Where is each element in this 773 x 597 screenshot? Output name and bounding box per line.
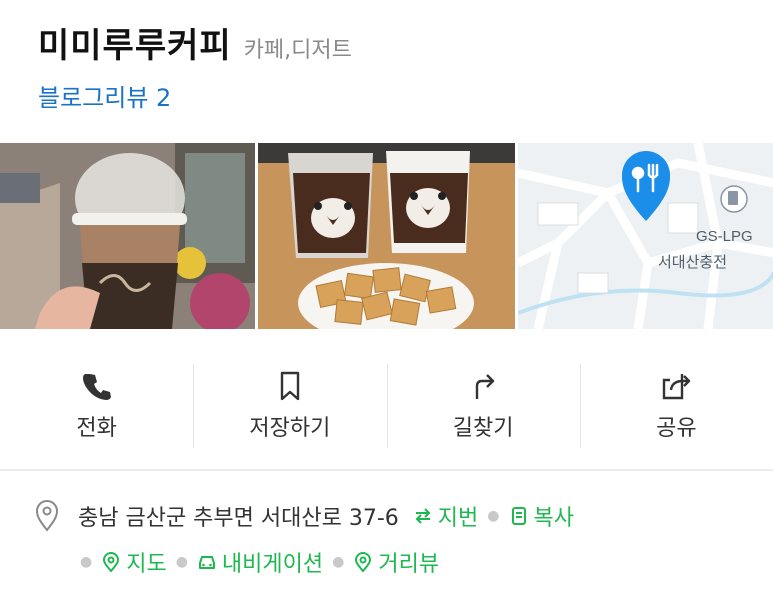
share-icon: [663, 374, 691, 400]
copy-icon: [511, 507, 526, 525]
street-view-button[interactable]: 거리뷰: [353, 546, 439, 578]
copy-label: 복사: [533, 506, 574, 531]
location-pin-icon: [35, 500, 59, 532]
place-category: 카페,디저트: [243, 38, 352, 63]
phone-icon: [82, 374, 111, 400]
directions-icon: [475, 374, 495, 399]
photo-strip: GS-LPG 서대산충전: [0, 143, 773, 329]
separator-dot: ●: [332, 554, 345, 570]
map-label-gslpg: GS-LPG: [696, 228, 753, 245]
iced-coffee-photo[interactable]: [0, 143, 255, 329]
jibun-label: 지번: [437, 506, 479, 531]
separator-dot: ●: [487, 508, 500, 524]
swap-icon: [415, 508, 431, 524]
call-label: 전화: [76, 416, 117, 441]
separator-dot: ●: [80, 554, 93, 570]
navigation-label: 내비게이션: [221, 552, 324, 577]
place-title: 미미루루커피: [38, 26, 232, 66]
separator-dot: ●: [175, 554, 188, 570]
street-view-label: 거리뷰: [378, 552, 440, 577]
section-divider: [0, 469, 773, 471]
share-button[interactable]: 공유: [579, 358, 773, 454]
save-button[interactable]: 저장하기: [193, 358, 386, 454]
map-thumbnail[interactable]: GS-LPG 서대산충전: [518, 143, 773, 329]
address-section: 충남 금산군 추부면 서대산로 37-6 지번 ● 복사 ● 지도 ● 내비게이…: [34, 500, 754, 578]
car-icon: [198, 556, 215, 569]
map-label-station: 서대산충전: [658, 254, 727, 271]
coffee-crackers-photo[interactable]: [258, 143, 515, 329]
jibun-button[interactable]: 지번: [413, 500, 478, 532]
place-header: 미미루루커피 카페,디저트: [38, 18, 352, 67]
iced-coffee-image: [0, 143, 255, 329]
map-label: 지도: [126, 552, 167, 577]
street-view-icon: [355, 552, 372, 572]
share-label: 공유: [656, 416, 697, 441]
directions-button[interactable]: 길찾기: [386, 358, 580, 454]
call-button[interactable]: 전화: [0, 358, 193, 454]
map-pin-icon: [103, 552, 120, 572]
save-label: 저장하기: [249, 416, 331, 441]
map-button[interactable]: 지도: [101, 546, 167, 578]
bookmark-icon: [280, 371, 300, 401]
copy-button[interactable]: 복사: [509, 500, 574, 532]
directions-label: 길찾기: [452, 416, 514, 441]
blog-review-link[interactable]: 블로그리뷰 2: [38, 78, 171, 113]
coffee-crackers-image: [258, 143, 515, 329]
action-bar: 전화 저장하기 길찾기 공유: [0, 358, 773, 454]
address-text: 충남 금산군 추부면 서대산로 37-6: [78, 506, 399, 531]
navigation-button[interactable]: 내비게이션: [197, 546, 323, 578]
map-thumbnail-image: GS-LPG 서대산충전: [518, 143, 773, 329]
